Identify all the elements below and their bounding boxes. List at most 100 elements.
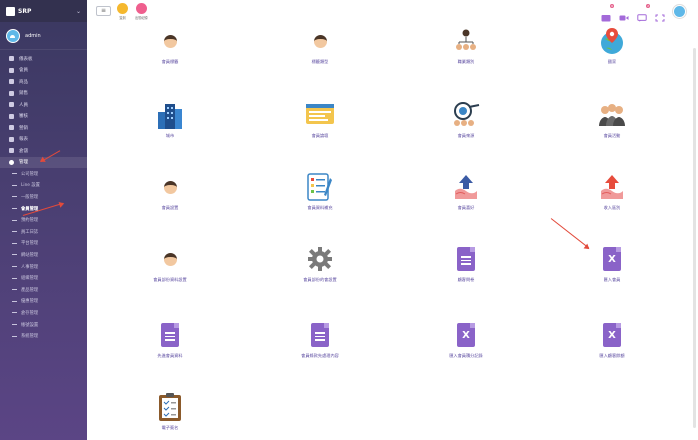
tile-member-forum[interactable]: 會員論壇 <box>270 100 370 139</box>
tile-member-partial-settings[interactable]: 會員部份的會設置 <box>270 244 370 283</box>
tile-member-source[interactable]: 會員來源 <box>416 100 516 139</box>
submenu-item-promotion[interactable]: 優惠管理 <box>0 296 87 308</box>
review-icon <box>9 113 14 119</box>
submenu-item-company[interactable]: 公司管理 <box>0 168 87 180</box>
sidebar-item-marketing[interactable]: 營銷 <box>0 122 87 134</box>
staff-icon <box>9 102 14 108</box>
excel-icon: X <box>597 244 627 274</box>
submenu-item-label: 產品管理 <box>21 287 39 293</box>
tile-member-partial-data-settings[interactable]: 會員部份資料設置 <box>120 244 220 283</box>
submenu-item-line[interactable]: Line 設置 <box>0 180 87 192</box>
sidebar-item-label: 銷售 <box>19 91 28 97</box>
tile-import-balance[interactable]: X 匯入顧客餘額 <box>562 320 662 359</box>
sidebar-item-label: 人員 <box>19 102 28 108</box>
sidebar-item-review[interactable]: 審核 <box>0 111 87 123</box>
tile-label: 會員論壇 <box>311 133 329 138</box>
tile-occupation[interactable]: 職業類別 <box>416 26 516 65</box>
submenu-item-staff-log[interactable]: 員工日誌 <box>0 226 87 238</box>
tile-member-terms[interactable]: 會員條款先處理內容 <box>270 320 370 359</box>
submenu-item-label: 預約管理 <box>21 218 39 224</box>
hamburger-icon: ≡ <box>100 7 107 14</box>
message-button[interactable]: 2 <box>637 4 650 22</box>
username: admin <box>25 32 41 39</box>
sidebar-item-label: 商品 <box>19 79 28 85</box>
tile-label: 會員喜好 <box>457 205 475 210</box>
menu-toggle-button[interactable]: ≡ <box>96 6 111 16</box>
tile-import-members[interactable]: X 匯入會員 <box>562 244 662 283</box>
tile-member-tags[interactable]: 會員標籤 <box>120 26 220 65</box>
tile-label: 會員標籤 <box>161 59 179 64</box>
submenu-item-product[interactable]: 產品管理 <box>0 284 87 296</box>
sidebar-item-sales[interactable]: 銷售 <box>0 88 87 100</box>
inbox-icon <box>601 15 611 22</box>
warehouse-icon <box>9 148 14 154</box>
sidebar-item-report[interactable]: 報表 <box>0 134 87 146</box>
tile-member-settings[interactable]: 會員設置 <box>120 172 220 211</box>
tile-label: 會員部份資料設置 <box>153 277 187 282</box>
check-in-label: 簽到 <box>119 15 126 20</box>
tile-customer-survey[interactable]: 顧客問卷 <box>416 244 516 283</box>
attendance-label: 出勤紀錄 <box>135 15 148 20</box>
tile-label: 會員部份的會設置 <box>303 277 337 282</box>
attendance-button[interactable]: 出勤紀錄 <box>135 2 148 20</box>
tile-member-activity[interactable]: 會員活動 <box>562 100 662 139</box>
tile-label: 會員活動 <box>603 133 621 138</box>
gear-icon <box>9 159 14 165</box>
submenu-item-hr[interactable]: 人事管理 <box>0 261 87 273</box>
submenu-item-system[interactable]: 系統管理 <box>0 330 87 342</box>
sidebar-item-staff[interactable]: 人員 <box>0 99 87 111</box>
submenu-item-website[interactable]: 網站管理 <box>0 249 87 261</box>
submenu-item-label: 組織管理 <box>21 276 39 282</box>
tile-label: 顧客問卷 <box>457 277 475 282</box>
submenu-item-account[interactable]: 帳號設置 <box>0 319 87 331</box>
excel-icon: X <box>597 320 627 350</box>
person-edit-icon <box>155 172 185 202</box>
scrollbar[interactable] <box>693 48 696 428</box>
user-profile[interactable]: admin <box>0 22 87 50</box>
tile-city[interactable]: 城市 <box>120 100 220 139</box>
dashboard-icon <box>9 56 14 62</box>
tile-label: 匯入會員 <box>603 277 621 282</box>
sidebar-item-member[interactable]: 會員 <box>0 65 87 77</box>
sidebar-item-label: 會員 <box>19 68 28 74</box>
member-icon <box>9 67 14 73</box>
user-avatar-button[interactable] <box>673 4 686 18</box>
sales-icon <box>9 90 14 96</box>
org-chart-icon <box>451 26 481 56</box>
tile-income-class[interactable]: 收入區別 <box>562 172 662 211</box>
submenu-item-inventory[interactable]: 倉存管理 <box>0 307 87 319</box>
sidebar: SRP ⌄ admin 儀表板 會員 商品 銷售 人員 審核 營銷 報表 倉儲 … <box>0 0 87 440</box>
chat-icon <box>637 14 647 22</box>
sidebar-item-dashboard[interactable]: 儀表板 <box>0 53 87 65</box>
tile-tag-types[interactable]: 標籤類型 <box>270 26 370 65</box>
video-icon <box>619 15 629 21</box>
submenu-item-organization[interactable]: 組織管理 <box>0 272 87 284</box>
submenu-item-booking[interactable]: 預約管理 <box>0 214 87 226</box>
submenu-item-general[interactable]: 一般管理 <box>0 191 87 203</box>
tile-advanced-member-data[interactable]: 先進會員資料 <box>120 320 220 359</box>
checklist-icon <box>305 172 335 202</box>
tile-member-data-supplement[interactable]: 會員資料補充 <box>270 172 370 211</box>
sidebar-item-label: 審核 <box>19 114 28 120</box>
submenu-item-label: 優惠管理 <box>21 299 39 305</box>
excel-icon: X <box>451 320 481 350</box>
group-icon <box>597 100 627 130</box>
brand-name: SRP <box>18 7 32 15</box>
fullscreen-button[interactable] <box>655 7 665 22</box>
tile-import-points[interactable]: X 匯入會員積分記錄 <box>416 320 516 359</box>
tile-member-preferences[interactable]: 會員喜好 <box>416 172 516 211</box>
person-edit-icon <box>305 26 335 56</box>
tile-label: 職業類別 <box>457 59 475 64</box>
chevron-down-icon[interactable]: ⌄ <box>76 8 81 15</box>
check-in-button[interactable]: 簽到 <box>117 2 128 20</box>
avatar[interactable] <box>6 28 20 43</box>
submenu-item-platform[interactable]: 平台管理 <box>0 238 87 250</box>
sidebar-item-warehouse[interactable]: 倉儲 <box>0 145 87 157</box>
video-button[interactable] <box>619 7 629 21</box>
tile-country[interactable]: 國家 <box>562 26 662 65</box>
tile-e-signature[interactable]: 電子簽名 <box>120 392 220 431</box>
notification-button[interactable]: 6 <box>601 4 614 22</box>
tile-label: 先進會員資料 <box>157 353 183 358</box>
tile-label: 收入區別 <box>603 205 621 210</box>
sidebar-item-product[interactable]: 商品 <box>0 76 87 88</box>
